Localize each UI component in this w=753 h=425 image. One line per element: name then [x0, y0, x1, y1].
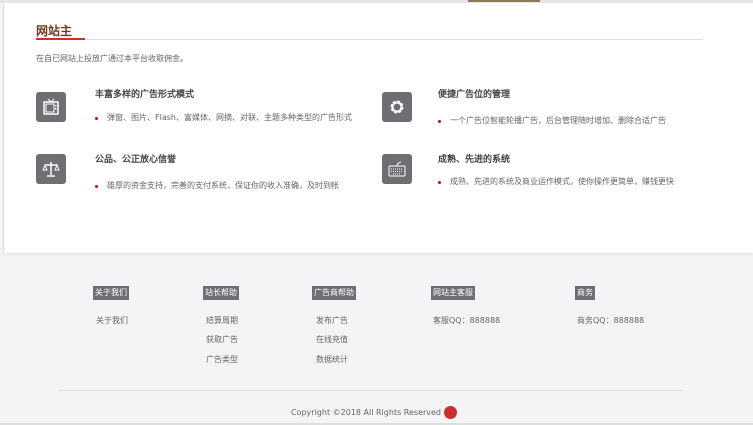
section-title: 网站主	[36, 24, 73, 38]
feature-text: 雄厚的资金支持，完善的支付系统，保证你的收入准确，及时到帐	[95, 180, 355, 192]
footer-link[interactable]: 发布广告	[316, 315, 348, 326]
webmaster-section	[3, 3, 753, 253]
footer-link[interactable]: 广告类型	[206, 354, 238, 365]
footer-link[interactable]: 在线充值	[316, 334, 348, 345]
footer-link[interactable]: 关于我们	[96, 315, 128, 326]
divider	[36, 39, 703, 40]
section-description: 在自已网站上投放广通过本平台收取佣金。	[36, 54, 188, 63]
scale-icon	[36, 154, 66, 184]
feature-text: 弹窗、图片、Flash、富媒体、网摘、对联、主题多种类型的广告形式	[95, 112, 355, 124]
footer-heading: 网站主客服	[431, 286, 475, 300]
feature-text: 成熟、先进的系统及商业运作模式，使你操作更简单，赚钱更快	[438, 176, 688, 188]
footer-heading: 关于我们	[93, 286, 129, 300]
footer-link[interactable]: 数据统计	[316, 354, 348, 365]
footer-divider	[58, 390, 683, 391]
footer-heading: 商务	[575, 286, 595, 300]
feature-title: 便捷广告位的管理	[438, 90, 511, 100]
z-logo-icon	[444, 406, 458, 419]
feature-title: 公品、公正放心信誉	[95, 155, 177, 165]
copyright: Copyright ©2018 All Rights Reserved	[291, 406, 458, 419]
footer-link[interactable]: 获取广告	[206, 334, 238, 345]
tv-icon	[36, 92, 66, 122]
feature-text: 一个广告位智能轮播广告，后台管理随时增加、删除合适广告	[438, 115, 698, 127]
footer-heading: 广告商帮助	[312, 286, 356, 300]
footer-contact: 商务QQ：888888	[577, 316, 645, 325]
keyboard-icon	[382, 154, 412, 184]
footer-link[interactable]: 结算周期	[206, 315, 238, 326]
copyright-text: Copyright ©2018 All Rights Reserved	[291, 408, 442, 417]
feature-title: 成熟、先进的系统	[438, 155, 511, 165]
footer-contact: 客服QQ：888888	[433, 316, 501, 325]
gear-icon	[382, 92, 412, 122]
footer-heading: 站长帮助	[203, 286, 239, 300]
title-underline	[36, 38, 85, 40]
banner-image-edge	[468, 0, 540, 2]
feature-title: 丰富多样的广告形式模式	[95, 90, 195, 100]
